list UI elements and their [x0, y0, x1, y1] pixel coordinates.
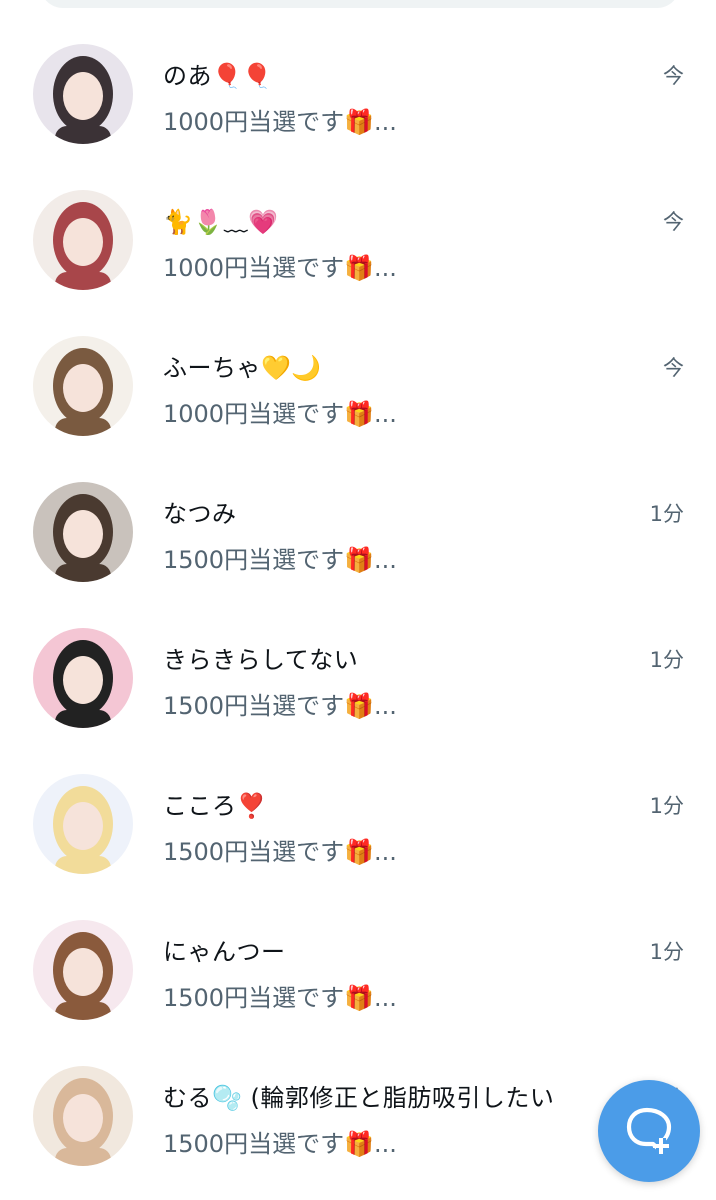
avatar: [33, 482, 133, 582]
avatar: [33, 920, 133, 1020]
timestamp: 1分: [649, 648, 684, 672]
avatar-face: [63, 1094, 103, 1142]
new-message-button[interactable]: [598, 1080, 700, 1182]
timestamp: 1分: [649, 794, 684, 818]
avatar-body: [55, 564, 111, 582]
new-message-icon: [626, 1107, 672, 1154]
message-preview: 1500円当選です🎁...: [163, 546, 397, 574]
sender-name: 🐈🌷﹏💗: [163, 208, 279, 236]
sender-name: むる🫧 (輪郭修正と脂肪吸引したい: [163, 1084, 555, 1112]
message-preview: 1500円当選です🎁...: [163, 984, 397, 1012]
avatar: [33, 1066, 133, 1166]
avatar-body: [55, 856, 111, 874]
avatar-body: [55, 1002, 111, 1020]
avatar-body: [55, 418, 111, 436]
sender-name: のあ🎈🎈: [163, 62, 273, 90]
sender-name: にゃんつー: [163, 938, 286, 966]
avatar-face: [63, 218, 103, 266]
dm-screen: のあ🎈🎈 1000円当選です🎁... 今 🐈🌷﹏💗 1000円当選です🎁... …: [0, 0, 716, 1200]
message-preview: 1500円当選です🎁...: [163, 838, 397, 866]
avatar: [33, 190, 133, 290]
conversation-item[interactable]: にゃんつー 1500円当選です🎁... 1分: [0, 920, 716, 1065]
conversation-item[interactable]: なつみ 1500円当選です🎁... 1分: [0, 482, 716, 627]
timestamp: 今: [663, 356, 684, 380]
avatar-body: [55, 126, 111, 144]
timestamp: 今: [663, 64, 684, 88]
message-preview: 1000円当選です🎁...: [163, 400, 397, 428]
sender-name: きらきらしてない: [163, 646, 359, 674]
avatar-face: [63, 802, 103, 850]
avatar-body: [55, 272, 111, 290]
avatar-face: [63, 364, 103, 412]
conversation-item[interactable]: 🐈🌷﹏💗 1000円当選です🎁... 今: [0, 190, 716, 335]
avatar: [33, 44, 133, 144]
avatar-body: [55, 1148, 111, 1166]
avatar: [33, 628, 133, 728]
message-preview: 1000円当選です🎁...: [163, 254, 397, 282]
avatar-face: [63, 72, 103, 120]
message-preview: 1500円当選です🎁...: [163, 692, 397, 720]
message-preview: 1000円当選です🎁...: [163, 108, 397, 136]
conversation-item[interactable]: こころ❣️ 1500円当選です🎁... 1分: [0, 774, 716, 919]
conversation-item[interactable]: ふーちゃ💛🌙 1000円当選です🎁... 今: [0, 336, 716, 481]
sender-name: こころ❣️: [163, 792, 267, 820]
message-list: のあ🎈🎈 1000円当選です🎁... 今 🐈🌷﹏💗 1000円当選です🎁... …: [0, 0, 716, 1200]
avatar-face: [63, 948, 103, 996]
conversation-item[interactable]: のあ🎈🎈 1000円当選です🎁... 今: [0, 44, 716, 189]
avatar: [33, 336, 133, 436]
timestamp: 1分: [649, 502, 684, 526]
conversation-item[interactable]: きらきらしてない 1500円当選です🎁... 1分: [0, 628, 716, 773]
sender-name: ふーちゃ💛🌙: [163, 354, 322, 382]
avatar-body: [55, 710, 111, 728]
timestamp: 1分: [649, 940, 684, 964]
avatar: [33, 774, 133, 874]
avatar-face: [63, 510, 103, 558]
message-preview: 1500円当選です🎁...: [163, 1130, 397, 1158]
timestamp: 今: [663, 210, 684, 234]
sender-name: なつみ: [163, 500, 237, 528]
avatar-face: [63, 656, 103, 704]
